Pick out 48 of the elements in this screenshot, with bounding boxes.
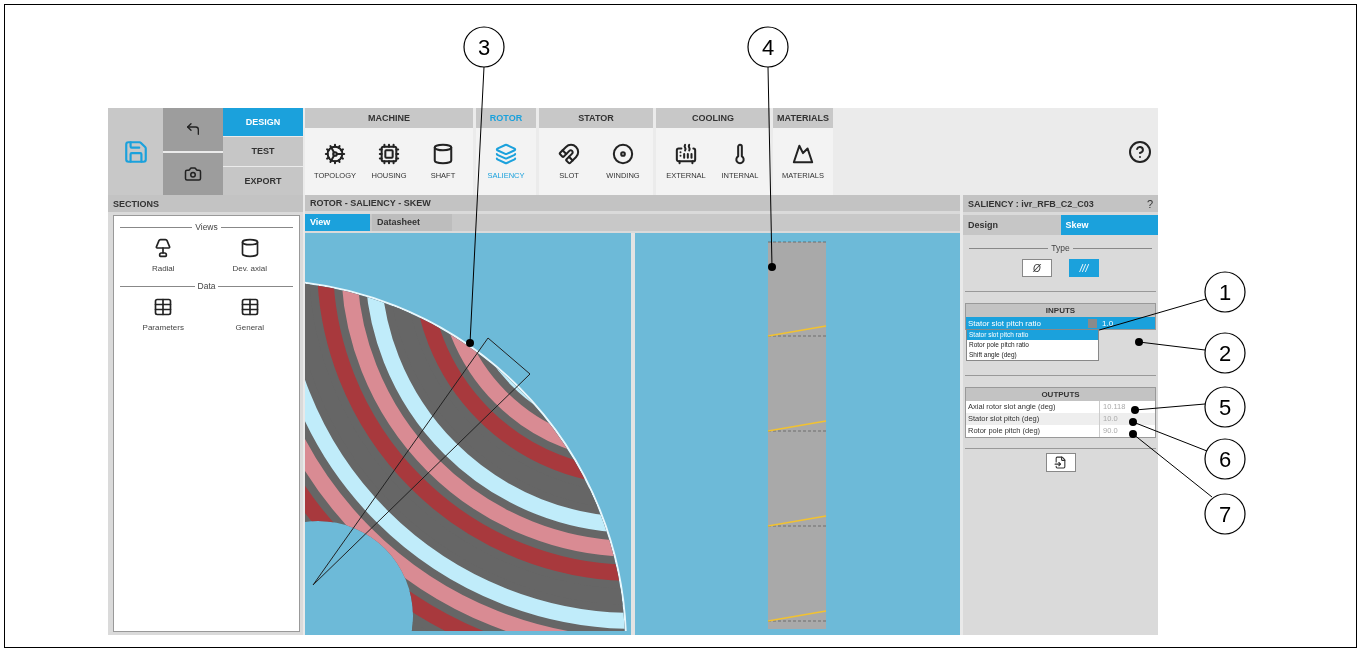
ribbon-group-title: STATOR	[539, 108, 653, 128]
callout-marker: 2	[1204, 332, 1246, 374]
type-button[interactable]: Ø	[1022, 259, 1052, 277]
disc-icon	[612, 143, 634, 165]
help-icon[interactable]	[1128, 139, 1152, 164]
table-header: OUTPUTS	[966, 388, 1155, 401]
help-link[interactable]: ?	[1146, 197, 1153, 210]
table-header: INPUTS	[966, 304, 1155, 317]
callout-marker: 5	[1204, 386, 1246, 428]
panel-tab[interactable]: Design	[963, 215, 1061, 235]
panel-title: SECTIONS	[113, 198, 159, 209]
group-heading: Views	[120, 222, 293, 232]
export-button[interactable]	[1045, 453, 1076, 472]
section-item[interactable]: Parameters	[120, 297, 207, 332]
camera-icon	[184, 164, 202, 183]
callout-marker: 4	[747, 26, 789, 68]
group-heading: Data	[120, 281, 293, 291]
heater-icon	[675, 143, 697, 165]
table-icon	[153, 297, 174, 317]
view-tab[interactable]: Datasheet	[372, 213, 452, 231]
callout-marker: 3	[463, 26, 505, 68]
screenshot-button[interactable]	[163, 152, 223, 195]
section-item[interactable]: Dev. axial	[206, 238, 293, 273]
undo-icon	[185, 121, 201, 138]
cylinder-icon	[239, 238, 260, 258]
group-heading: Type	[969, 243, 1152, 253]
gear-icon	[324, 143, 346, 165]
export-icon	[1054, 456, 1067, 469]
ribbon-group-title: MACHINE	[305, 108, 473, 128]
magnet-icon	[558, 143, 580, 165]
callout-marker: 7	[1204, 493, 1246, 535]
mode-tab[interactable]: EXPORT	[223, 166, 303, 195]
panel-title: SALIENCY : ivr_RFB_C2_C03	[968, 198, 1094, 209]
layers-icon	[495, 143, 517, 165]
callout-marker: 1	[1204, 271, 1246, 313]
mountain-icon	[792, 143, 814, 165]
table-icon	[239, 297, 260, 317]
cylinder-icon	[432, 143, 454, 165]
ribbon-group-title: MATERIALS	[773, 108, 833, 128]
chip-icon	[378, 143, 400, 165]
section-item[interactable]: Radial	[120, 238, 207, 273]
section-item[interactable]: General	[206, 297, 293, 332]
dropdown-toggle[interactable]	[1088, 318, 1097, 328]
ribbon-group-title: ROTOR	[476, 108, 536, 128]
ribbon-group-title: COOLING	[656, 108, 770, 128]
mode-tab[interactable]: TEST	[223, 137, 303, 166]
callout-marker: 6	[1204, 438, 1246, 480]
panel-title: ROTOR - SALIENCY - SKEW	[310, 197, 431, 208]
